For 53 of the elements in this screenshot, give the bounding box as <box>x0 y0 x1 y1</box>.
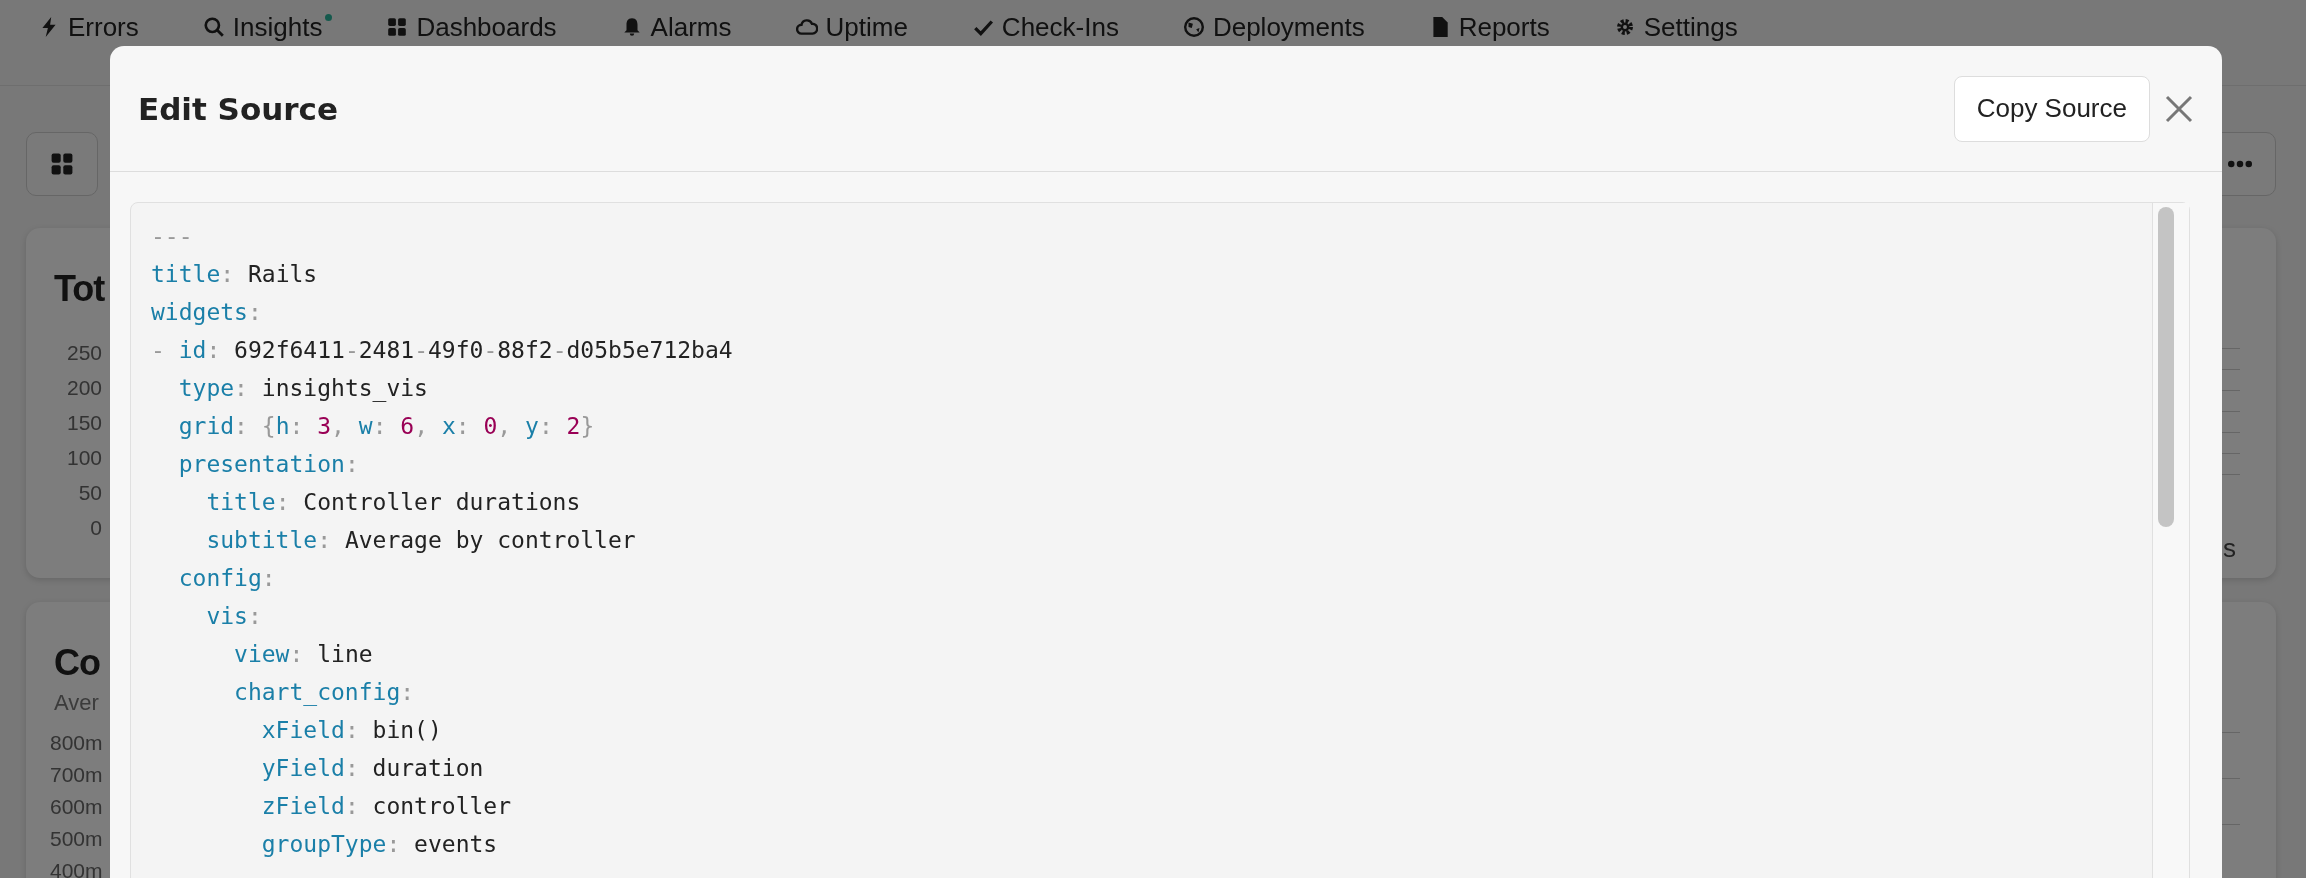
code-line: title: Controller durations <box>205 488 581 517</box>
scrollbar-thumb[interactable] <box>2158 207 2174 527</box>
axis-label: 100 <box>66 445 102 471</box>
widget-subtitle: Aver <box>54 690 99 716</box>
dashboard-grid-button[interactable] <box>26 132 98 196</box>
axis-label: 150 <box>66 410 102 436</box>
code-line: subtitle: Average by controller <box>205 526 636 555</box>
widget-title: Co <box>54 642 100 684</box>
axis-label: 500m <box>50 826 103 852</box>
code-line: --- <box>151 222 193 251</box>
code-line: type: insights_vis <box>177 374 428 404</box>
axis-label: 200 <box>66 375 102 401</box>
axis-label: 400m <box>50 858 103 878</box>
nav-tab[interactable]: Deployments <box>1182 12 1365 42</box>
nav-tab[interactable]: Errors <box>38 12 139 42</box>
modal-title: Edit Source <box>138 90 338 127</box>
nav-tab[interactable]: Insights <box>202 12 323 42</box>
globe-icon <box>1182 16 1205 38</box>
nav-tab[interactable]: Alarms <box>620 12 732 42</box>
code-line: yField: duration <box>260 754 484 783</box>
scrollbar[interactable] <box>2152 203 2189 878</box>
nav-tab[interactable]: Check-Ins <box>971 12 1119 42</box>
code-line: zField: controller <box>260 792 512 821</box>
code-line: presentation: <box>177 450 359 479</box>
search-icon <box>202 16 225 38</box>
axis-label: 800m <box>50 730 103 756</box>
code-line: groupType: events <box>260 830 498 859</box>
code-line: config: <box>177 564 276 593</box>
code-line: - id: 692f6411-2481-49f0-88f2-d05b5e712ba4 <box>151 336 733 365</box>
close-icon[interactable] <box>2164 93 2194 124</box>
code-line: vis: <box>205 602 262 631</box>
copy-source-button[interactable]: Copy Source <box>1953 75 2150 142</box>
code-line: grid: {h: 3, w: 6, x: 0, y: 2} <box>177 412 595 441</box>
grid-icon <box>49 151 75 177</box>
more-icon <box>2227 159 2253 169</box>
code-line: chart_config: <box>233 678 415 708</box>
cloud-icon <box>795 16 818 38</box>
axis-label: 50 <box>78 480 102 506</box>
code-line: title: Rails <box>151 260 318 289</box>
axis-label: 250 <box>66 340 102 366</box>
axis-label: 600m <box>50 794 103 820</box>
axis-label: 0 <box>90 515 102 541</box>
code-line: xField: bin() <box>260 716 442 745</box>
nav-tab[interactable]: Uptime <box>795 12 908 42</box>
nav-tab[interactable]: Reports <box>1428 12 1550 42</box>
axis-label: 700m <box>50 762 103 788</box>
code-line: widgets: <box>151 298 262 327</box>
nav-tab[interactable]: Settings <box>1613 12 1738 42</box>
widget-title: Tot <box>54 268 105 310</box>
legend-text: s <box>2223 533 2236 564</box>
grid-icon <box>386 16 409 38</box>
code-line: view: line <box>233 640 373 669</box>
nav-tab[interactable]: Dashboards <box>386 12 557 42</box>
